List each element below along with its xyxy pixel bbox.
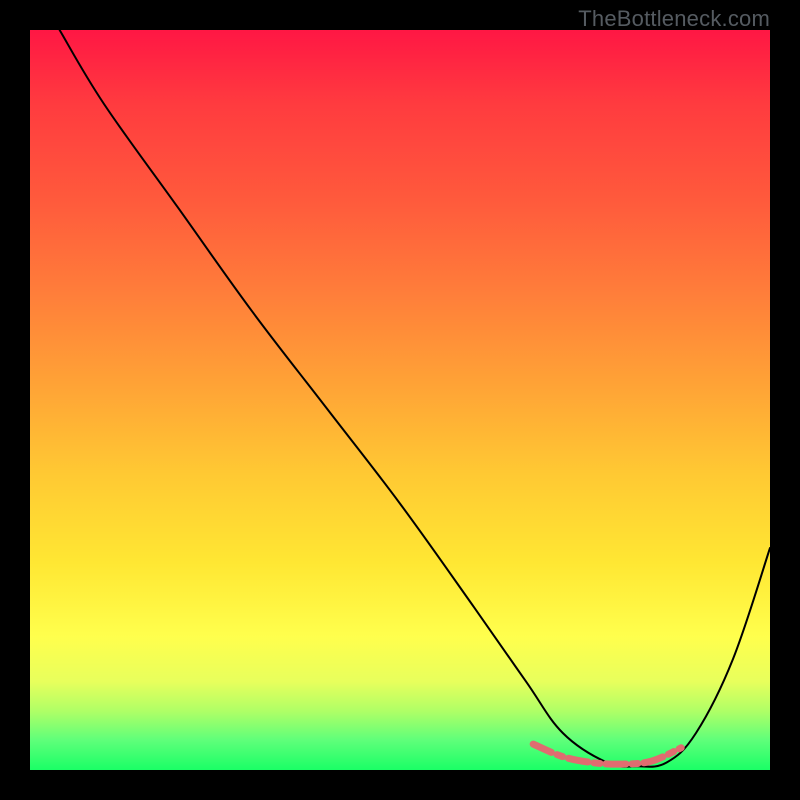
curve-svg-layer: [30, 30, 770, 770]
plot-gradient-background: [30, 30, 770, 770]
chart-canvas: TheBottleneck.com: [0, 0, 800, 800]
optimal-highlight: [533, 744, 681, 764]
bottleneck-curve: [60, 30, 770, 767]
watermark-text: TheBottleneck.com: [578, 6, 770, 32]
